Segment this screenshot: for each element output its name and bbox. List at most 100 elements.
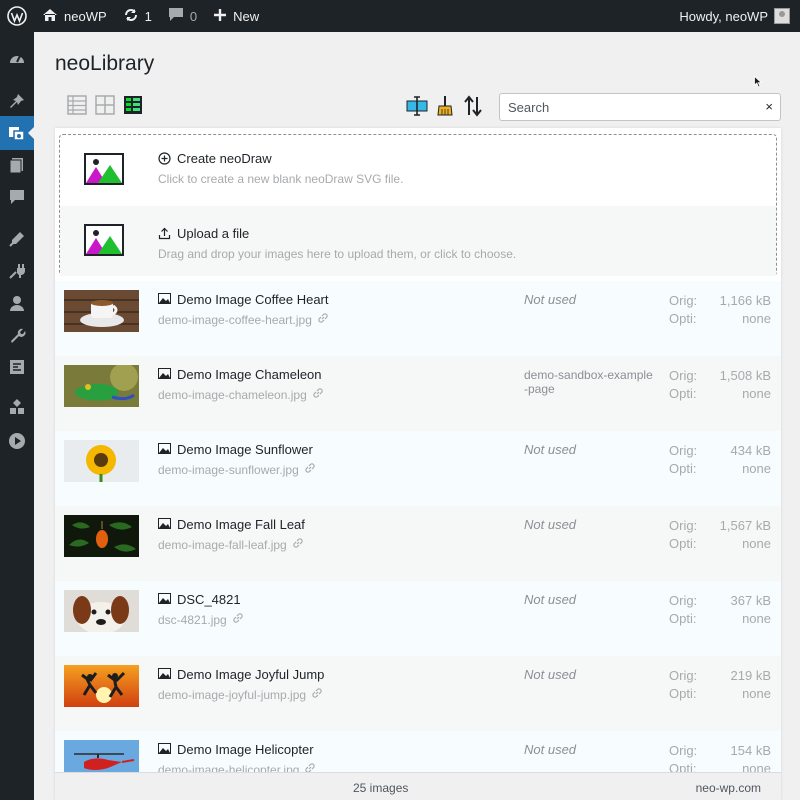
opti-label: Opti: bbox=[669, 686, 697, 701]
image-title[interactable]: Demo Image Fall Leaf bbox=[177, 517, 305, 532]
cleanup-button[interactable] bbox=[434, 94, 456, 118]
grid-view-button[interactable] bbox=[94, 94, 116, 116]
toolbar bbox=[406, 94, 484, 118]
clear-search-icon[interactable]: × bbox=[765, 99, 773, 114]
table-row[interactable]: Demo Image Sunflower demo-image-sunflowe… bbox=[55, 431, 781, 506]
link-icon[interactable] bbox=[292, 537, 304, 552]
grid-view-icon bbox=[95, 95, 115, 115]
broom-icon bbox=[437, 96, 453, 116]
opti-label: Opti: bbox=[669, 611, 697, 626]
thumbnail-dog[interactable] bbox=[64, 590, 139, 632]
my-account-link[interactable]: Howdy, neoWP bbox=[671, 0, 800, 32]
sort-button[interactable] bbox=[462, 94, 484, 118]
site-name-link[interactable]: neoWP bbox=[34, 0, 115, 32]
blocks-icon[interactable] bbox=[0, 390, 34, 424]
image-title[interactable]: DSC_4821 bbox=[177, 592, 241, 607]
file-name: demo-image-joyful-jump.jpg bbox=[158, 687, 307, 702]
updates-link[interactable]: 1 bbox=[115, 0, 160, 32]
usage-status: Not used bbox=[524, 517, 577, 532]
table-row[interactable]: Demo Image Fall Leaf demo-image-fall-lea… bbox=[55, 506, 781, 581]
tools-icon[interactable] bbox=[0, 318, 34, 352]
pages-icon[interactable] bbox=[0, 148, 34, 182]
image-title[interactable]: Demo Image Helicopter bbox=[177, 742, 314, 757]
image-placeholder-icon bbox=[84, 153, 124, 185]
link-icon[interactable] bbox=[312, 387, 324, 402]
image-title[interactable]: Demo Image Joyful Jump bbox=[177, 667, 324, 682]
comments-icon[interactable] bbox=[0, 180, 34, 214]
image-icon bbox=[158, 667, 171, 682]
orig-size: 1,567 kB bbox=[719, 518, 771, 533]
play-icon[interactable] bbox=[0, 424, 34, 458]
file-name: dsc-4821.jpg bbox=[158, 612, 227, 627]
orig-label: Orig: bbox=[669, 443, 698, 458]
site-name: neoWP bbox=[64, 8, 107, 24]
wordpress-logo-icon[interactable] bbox=[0, 0, 34, 32]
opti-size: none bbox=[742, 536, 771, 551]
orig-label: Orig: bbox=[669, 743, 698, 758]
table-row[interactable]: Demo Image Chameleon demo-image-chameleo… bbox=[55, 356, 781, 431]
usage-status: Not used bbox=[524, 667, 577, 682]
opti-label: Opti: bbox=[669, 461, 697, 476]
upload-file-subtitle: Drag and drop your images here to upload… bbox=[158, 247, 517, 261]
upload-file-row[interactable]: Upload a file Drag and drop your images … bbox=[60, 206, 776, 276]
plugins-icon[interactable] bbox=[0, 254, 34, 288]
link-icon[interactable] bbox=[317, 312, 329, 327]
thumbnail-sunflower[interactable] bbox=[64, 440, 139, 482]
usage-page-link[interactable]: demo-sandbox-example-page bbox=[524, 368, 654, 396]
table-row[interactable]: DSC_4821 dsc-4821.jpg Not used Orig: Opti… bbox=[55, 581, 781, 656]
opti-label: Opti: bbox=[669, 536, 697, 551]
file-name: demo-image-fall-leaf.jpg bbox=[158, 537, 287, 552]
image-title[interactable]: Demo Image Chameleon bbox=[177, 367, 322, 382]
opti-label: Opti: bbox=[669, 386, 697, 401]
usage-status: Not used bbox=[524, 592, 577, 607]
list-view-button[interactable] bbox=[66, 94, 88, 116]
thumbnail-chameleon[interactable] bbox=[64, 365, 139, 407]
link-icon[interactable] bbox=[311, 687, 323, 702]
thumbnail-joyful-jump[interactable] bbox=[64, 665, 139, 707]
opti-size: none bbox=[742, 311, 771, 326]
table-row[interactable]: Demo Image Joyful Jump demo-image-joyful… bbox=[55, 656, 781, 731]
new-label: New bbox=[233, 8, 260, 24]
usage-status: Not used bbox=[524, 442, 577, 457]
appearance-icon[interactable] bbox=[0, 222, 34, 256]
create-neodraw-subtitle: Click to create a new blank neoDraw SVG … bbox=[158, 172, 404, 186]
admin-sidebar bbox=[0, 32, 34, 800]
page-title: neoLibrary bbox=[55, 52, 155, 75]
media-icon[interactable] bbox=[0, 116, 34, 150]
link-icon[interactable] bbox=[232, 612, 244, 627]
pin-icon[interactable] bbox=[0, 84, 34, 118]
table-row[interactable]: Demo Image Coffee Heart demo-image-coffe… bbox=[55, 281, 781, 356]
orig-size: 219 kB bbox=[730, 668, 771, 683]
search-input[interactable] bbox=[500, 94, 750, 120]
orig-size: 1,166 kB bbox=[719, 293, 771, 308]
thumbnail-coffee[interactable] bbox=[64, 290, 139, 332]
dashboard-icon[interactable] bbox=[0, 42, 34, 76]
image-icon bbox=[158, 367, 171, 382]
create-neodraw-row[interactable]: Create neoDraw Click to create a new bla… bbox=[60, 135, 776, 205]
detail-view-button[interactable] bbox=[122, 94, 144, 116]
orig-label: Orig: bbox=[669, 518, 698, 533]
orig-label: Orig: bbox=[669, 593, 698, 608]
rename-button[interactable] bbox=[406, 94, 428, 118]
usage-status: Not used bbox=[524, 742, 577, 757]
orig-size: 434 kB bbox=[730, 443, 771, 458]
comments-link[interactable]: 0 bbox=[160, 0, 205, 32]
image-title[interactable]: Demo Image Sunflower bbox=[177, 442, 313, 457]
new-content-link[interactable]: New bbox=[205, 0, 267, 32]
users-icon[interactable] bbox=[0, 286, 34, 320]
settings-icon[interactable] bbox=[0, 350, 34, 384]
upload-icon bbox=[158, 227, 171, 240]
orig-label: Orig: bbox=[669, 668, 698, 683]
thumbnail-fall-leaf[interactable] bbox=[64, 515, 139, 557]
opti-size: none bbox=[742, 611, 771, 626]
opti-label: Opti: bbox=[669, 311, 697, 326]
usage-status: Not used bbox=[524, 292, 577, 307]
image-title[interactable]: Demo Image Coffee Heart bbox=[177, 292, 329, 307]
image-icon bbox=[158, 592, 171, 607]
sort-arrows-icon bbox=[464, 95, 482, 117]
opti-size: none bbox=[742, 686, 771, 701]
orig-size: 1,508 kB bbox=[719, 368, 771, 383]
link-icon[interactable] bbox=[304, 462, 316, 477]
brand-link[interactable]: neo-wp.com bbox=[696, 781, 761, 795]
orig-label: Orig: bbox=[669, 368, 698, 383]
